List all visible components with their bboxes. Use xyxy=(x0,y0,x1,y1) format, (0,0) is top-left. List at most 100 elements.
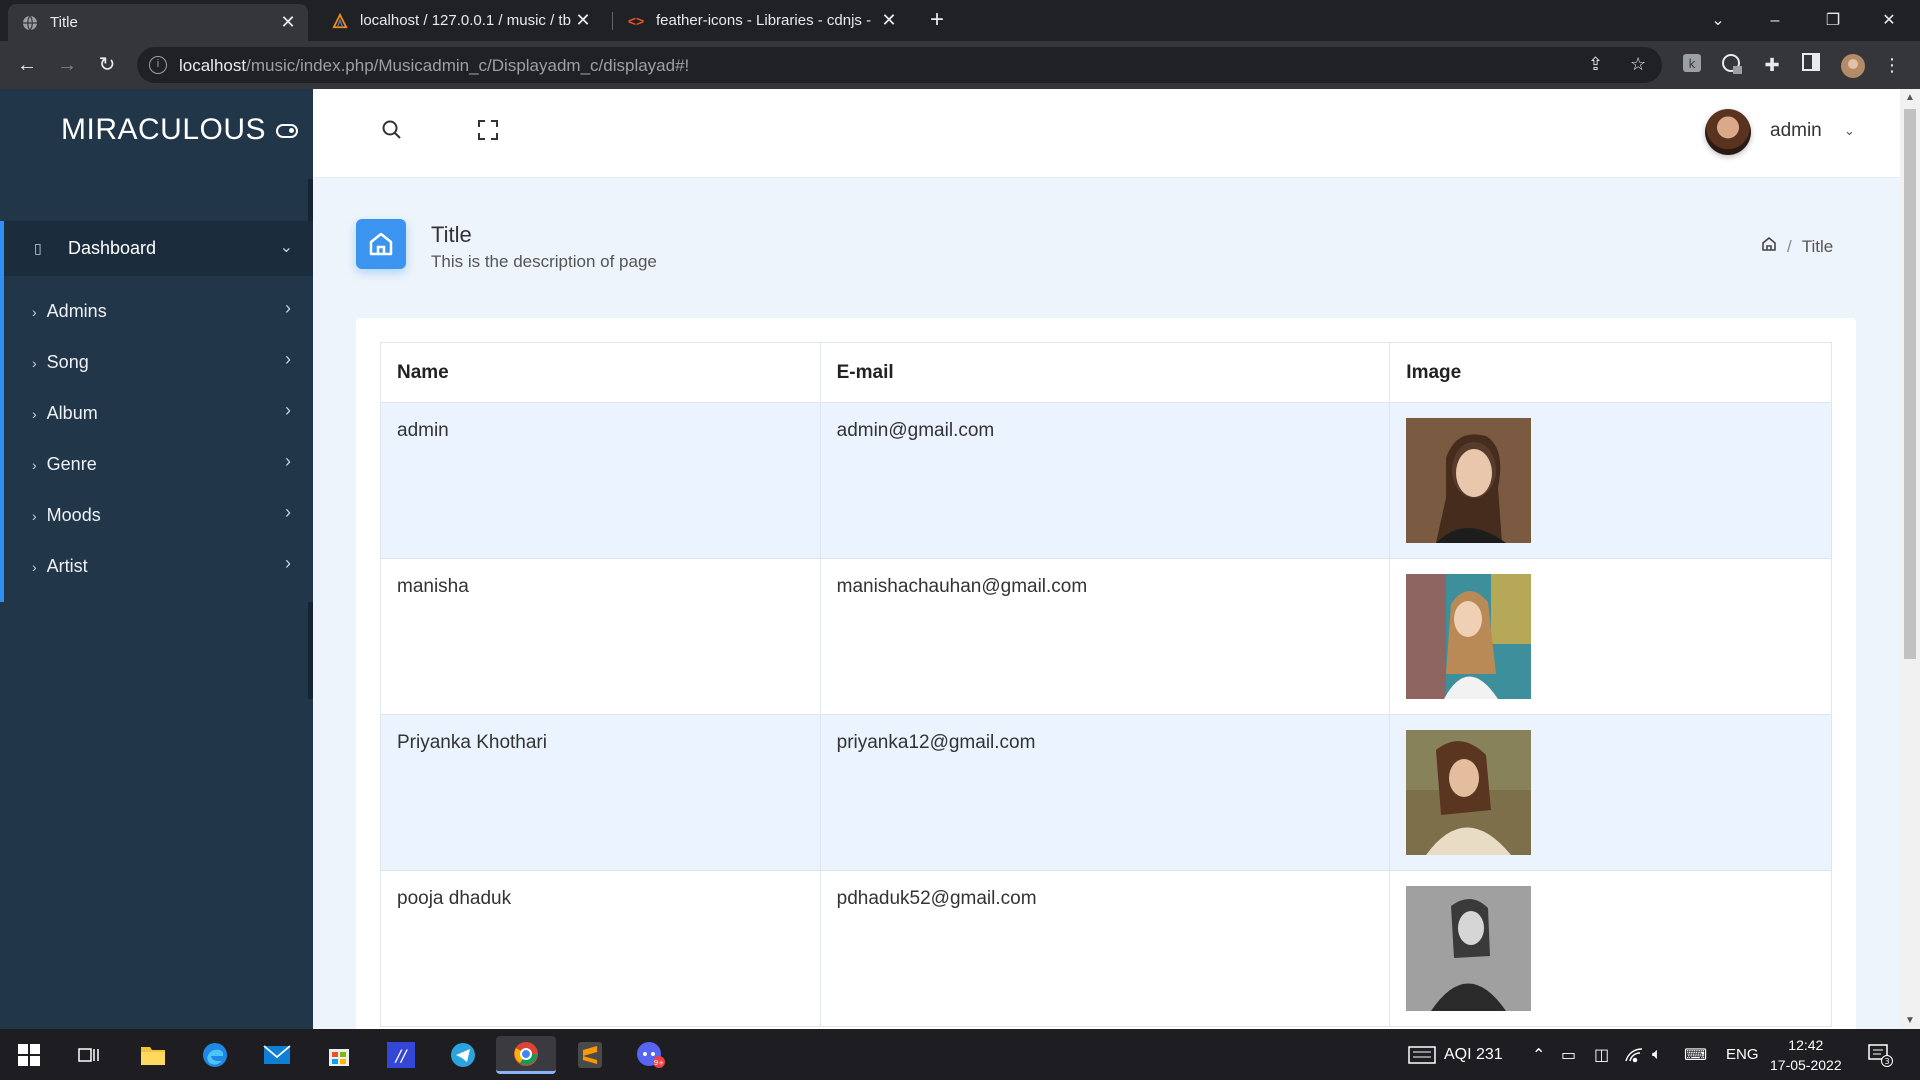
sidebar-item-label: Song xyxy=(46,352,89,372)
tab-phpmyadmin[interactable]: localhost / 127.0.0.1 / music / tbl ✕ xyxy=(318,0,603,41)
scroll-down-icon[interactable]: ▼ xyxy=(1905,1015,1915,1026)
scrollbar-thumb[interactable] xyxy=(1904,109,1916,659)
search-icon[interactable] xyxy=(381,119,405,143)
colorpicker-extension-icon[interactable] xyxy=(1720,53,1744,77)
edge-browser-icon[interactable] xyxy=(196,1036,234,1074)
wifi-icon[interactable] xyxy=(1624,1029,1644,1080)
svg-text://: // xyxy=(394,1046,408,1065)
sidebar-item-song[interactable]: › Song › xyxy=(4,337,313,388)
fullscreen-icon[interactable] xyxy=(477,119,501,143)
clock[interactable]: 12:42 17-05-2022 xyxy=(1770,1029,1842,1080)
column-header-image: Image xyxy=(1389,342,1832,403)
chrome-taskbar-icon[interactable] xyxy=(496,1036,556,1074)
code-icon: <> xyxy=(627,12,645,29)
touch-keyboard-icon[interactable]: ⌨ xyxy=(1684,1029,1707,1080)
cell-image xyxy=(1389,714,1832,871)
visual-studio-icon[interactable]: // xyxy=(382,1036,420,1074)
clock-time: 12:42 xyxy=(1788,1036,1824,1053)
cell-email: pdhaduk52@gmail.com xyxy=(819,870,1391,1027)
chevron-right-icon: › xyxy=(285,298,291,318)
close-tab-icon[interactable]: ✕ xyxy=(877,10,901,31)
extension-icon[interactable]: k xyxy=(1680,53,1704,77)
notification-center-icon[interactable]: 3 xyxy=(1868,1029,1894,1080)
sidebar-item-dashboard[interactable]: ▯ Dashboard ⌄ xyxy=(0,221,313,276)
chevron-right-icon: › xyxy=(285,553,291,573)
table-header-row: Name E-mail Image xyxy=(380,342,1832,403)
volume-icon[interactable]: 🔈︎ xyxy=(1652,1029,1662,1080)
dashboard-icon: ▯ xyxy=(34,240,42,256)
profile-photo xyxy=(1406,730,1532,855)
windows-taskbar: // 9+ AQI 231 ⌃ ▭ ◫ 🔈︎ ⌨ ENG 12:42 17-05… xyxy=(0,1029,1920,1080)
page-scrollbar[interactable]: ▲ ▼ xyxy=(1900,89,1920,1029)
sidebar-submenu: › Admins › › Song › › Album › › Genre › … xyxy=(0,276,313,602)
task-view-icon[interactable] xyxy=(70,1036,108,1074)
chrome-menu-icon[interactable]: ⋮ xyxy=(1880,53,1904,77)
sidebar-item-genre[interactable]: › Genre › xyxy=(4,439,313,490)
table-row: manisha manishachauhan@gmail.com xyxy=(380,558,1832,715)
close-tab-icon[interactable]: ✕ xyxy=(276,12,300,33)
table-row: pooja dhaduk pdhaduk52@gmail.com xyxy=(380,870,1832,1027)
chevron-right-icon: › xyxy=(285,451,291,471)
reload-icon[interactable]: ↻ xyxy=(92,50,122,80)
battery-icon[interactable]: ▭ xyxy=(1561,1029,1576,1080)
windows-start-icon[interactable] xyxy=(10,1036,48,1074)
home-icon[interactable] xyxy=(1761,236,1777,257)
admins-table: Name E-mail Image admin admin@gmail.com … xyxy=(380,342,1832,1027)
cell-name: admin xyxy=(380,402,821,559)
site-info-icon[interactable]: i xyxy=(149,56,167,74)
scroll-up-icon[interactable]: ▲ xyxy=(1905,92,1915,103)
admins-table-card: Name E-mail Image admin admin@gmail.com … xyxy=(356,318,1856,1038)
brand-logo: MIRACULOUS xyxy=(61,113,267,146)
globe-icon xyxy=(22,15,38,31)
discord-icon[interactable]: 9+ xyxy=(632,1036,670,1074)
meet-now-icon[interactable]: ◫ xyxy=(1594,1029,1609,1080)
tab-separator xyxy=(612,12,613,30)
address-bar[interactable]: i localhost/music/index.php/Musicadmin_c… xyxy=(137,47,1662,83)
minimize-button[interactable]: – xyxy=(1752,0,1798,41)
tab-title[interactable]: Title ✕ xyxy=(8,4,308,41)
tab-label: localhost / 127.0.0.1 / music / tbl xyxy=(360,12,571,29)
puzzle-extensions-icon[interactable]: ✚ xyxy=(1760,53,1784,77)
store-icon[interactable] xyxy=(320,1036,358,1074)
weather-widget[interactable]: AQI 231 xyxy=(1408,1029,1503,1080)
profile-photo xyxy=(1406,574,1532,699)
sidebar-item-admins[interactable]: › Admins › xyxy=(4,286,313,337)
arrow-right-icon: › xyxy=(32,456,37,473)
cell-email: priyanka12@gmail.com xyxy=(819,714,1391,871)
telegram-icon[interactable] xyxy=(444,1036,482,1074)
new-tab-button[interactable]: + xyxy=(923,6,951,34)
sidebar-item-artist[interactable]: › Artist › xyxy=(4,541,313,592)
close-window-button[interactable]: ✕ xyxy=(1866,0,1912,41)
forward-icon[interactable]: → xyxy=(52,50,82,80)
profile-avatar-icon[interactable] xyxy=(1840,53,1865,78)
tab-cdnjs[interactable]: <> feather-icons - Libraries - cdnjs - ✕ xyxy=(614,0,909,41)
cell-name: Priyanka Khothari xyxy=(380,714,821,871)
page-header: Title This is the description of page xyxy=(356,219,1856,279)
sidebar-item-album[interactable]: › Album › xyxy=(4,388,313,439)
chevron-down-icon[interactable]: ⌄ xyxy=(1844,123,1855,139)
sidebar-item-moods[interactable]: › Moods › xyxy=(4,490,313,541)
avatar[interactable] xyxy=(1705,109,1751,155)
chevron-right-icon: › xyxy=(285,400,291,420)
svg-text:k: k xyxy=(1689,57,1696,71)
user-name[interactable]: admin xyxy=(1770,120,1822,142)
arrow-right-icon: › xyxy=(32,354,37,371)
share-icon[interactable]: ⇪ xyxy=(1588,54,1603,75)
table-row: admin admin@gmail.com xyxy=(380,402,1832,559)
side-panel-icon[interactable] xyxy=(1799,53,1823,77)
mail-icon[interactable] xyxy=(258,1036,296,1074)
input-language[interactable]: ENG xyxy=(1726,1029,1759,1080)
cell-image xyxy=(1389,558,1832,715)
close-tab-icon[interactable]: ✕ xyxy=(571,10,595,31)
bookmark-star-icon[interactable]: ☆ xyxy=(1630,54,1646,75)
maximize-button[interactable]: ❐ xyxy=(1810,0,1856,41)
file-explorer-icon[interactable] xyxy=(134,1036,172,1074)
tab-label: feather-icons - Libraries - cdnjs - xyxy=(656,12,872,29)
sidebar: MIRACULOUS ▯ Dashboard ⌄ › Admins › › So… xyxy=(0,89,313,1029)
back-icon[interactable]: ← xyxy=(12,50,42,80)
sublime-text-icon[interactable] xyxy=(570,1036,610,1074)
sidebar-toggle-icon[interactable] xyxy=(276,124,298,138)
show-hidden-icons[interactable]: ⌃ xyxy=(1532,1029,1545,1080)
tab-search-icon[interactable]: ⌄ xyxy=(1695,0,1741,41)
cell-name: pooja dhaduk xyxy=(380,870,821,1027)
